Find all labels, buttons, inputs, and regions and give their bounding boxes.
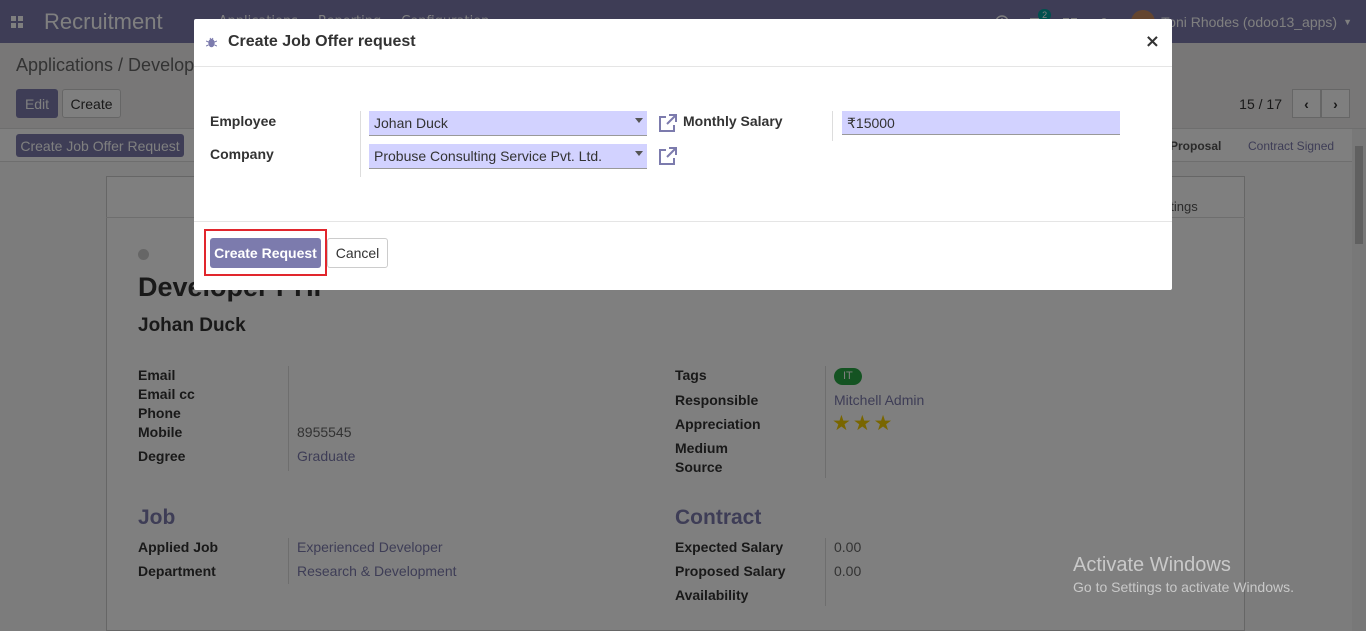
divider bbox=[832, 111, 833, 141]
dialog-header: Create Job Offer request × bbox=[194, 19, 1172, 67]
activate-windows-title: Activate Windows bbox=[1073, 554, 1231, 576]
company-select[interactable]: Probuse Consulting Service Pvt. Ltd. bbox=[369, 144, 647, 169]
external-link-icon[interactable] bbox=[658, 114, 677, 133]
close-icon[interactable]: × bbox=[1145, 31, 1160, 52]
employee-value: Johan Duck bbox=[374, 115, 448, 131]
monthly-salary-input[interactable]: ₹15000 bbox=[842, 111, 1120, 135]
employee-label: Employee bbox=[210, 113, 277, 129]
create-request-button[interactable]: Create Request bbox=[210, 238, 321, 268]
caret-down-icon[interactable] bbox=[635, 151, 643, 156]
dialog-title: Create Job Offer request bbox=[228, 33, 416, 50]
external-link-icon[interactable] bbox=[658, 147, 677, 166]
caret-down-icon[interactable] bbox=[635, 118, 643, 123]
divider bbox=[360, 111, 361, 177]
company-value: Probuse Consulting Service Pvt. Ltd. bbox=[374, 148, 603, 164]
monthly-salary-label: Monthly Salary bbox=[683, 113, 783, 129]
employee-select[interactable]: Johan Duck bbox=[369, 111, 647, 136]
bug-icon bbox=[206, 37, 217, 48]
company-label: Company bbox=[210, 146, 274, 162]
cancel-button[interactable]: Cancel bbox=[327, 238, 388, 268]
activate-windows-subtitle: Go to Settings to activate Windows. bbox=[1073, 579, 1294, 595]
